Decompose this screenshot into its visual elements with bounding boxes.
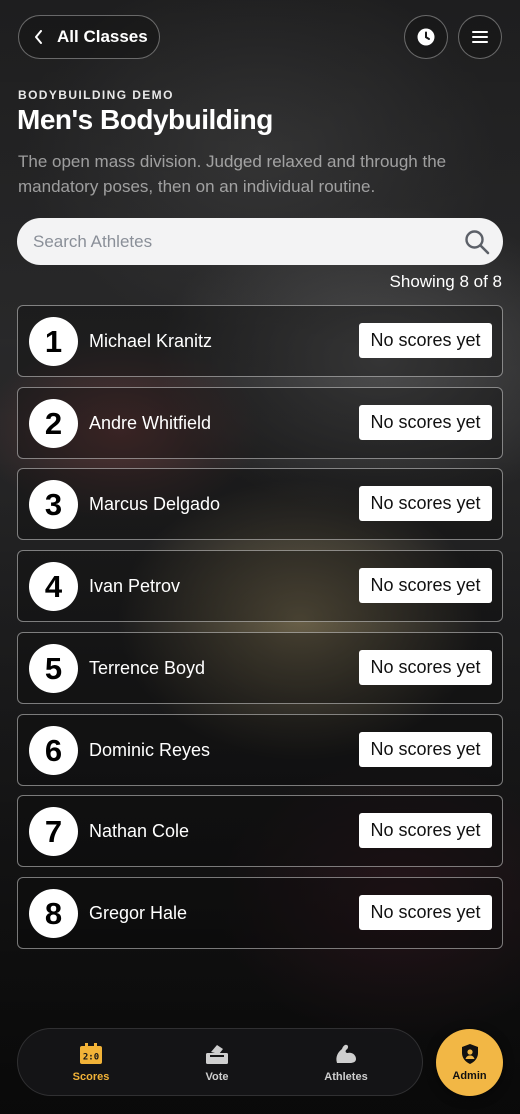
top-bar: All Classes <box>18 15 502 59</box>
nav-label-vote: Vote <box>205 1071 229 1083</box>
menu-button[interactable] <box>458 15 502 59</box>
score-status-badge: No scores yet <box>359 732 492 767</box>
rank-badge: 2 <box>29 399 78 448</box>
athlete-row[interactable]: 1 Michael Kranitz No scores yet <box>17 305 503 377</box>
score-status-badge: No scores yet <box>359 568 492 603</box>
score-status-badge: No scores yet <box>359 895 492 930</box>
ballot-box-icon <box>206 1045 228 1064</box>
bottom-nav: 2:0 Scores Vote Athletes <box>17 1028 423 1096</box>
rank-badge: 1 <box>29 317 78 366</box>
athlete-row[interactable]: 7 Nathan Cole No scores yet <box>17 795 503 867</box>
svg-text:2:0: 2:0 <box>83 1053 99 1063</box>
nav-tab-athletes[interactable]: Athletes <box>296 1029 396 1097</box>
nav-label-scores: Scores <box>72 1071 110 1083</box>
results-count: Showing 8 of 8 <box>389 272 502 291</box>
score-status-badge: No scores yet <box>359 405 492 440</box>
athlete-name: Terrence Boyd <box>89 658 206 678</box>
rank-badge: 7 <box>29 807 78 856</box>
athlete-name: Andre Whitfield <box>89 413 212 433</box>
rank-badge: 5 <box>29 644 78 693</box>
athlete-name: Gregor Hale <box>89 903 188 923</box>
hamburger-menu-icon <box>472 31 488 43</box>
event-eyebrow: BODYBUILDING DEMO <box>18 88 174 102</box>
athlete-name: Nathan Cole <box>89 821 190 841</box>
page-title: Men's Bodybuilding <box>17 104 273 135</box>
score-status-badge: No scores yet <box>359 813 492 848</box>
search-icon[interactable] <box>464 229 490 255</box>
score-status-badge: No scores yet <box>359 486 492 521</box>
athlete-row[interactable]: 8 Gregor Hale No scores yet <box>17 877 503 949</box>
rank-badge: 3 <box>29 480 78 529</box>
admin-label: Admin <box>452 1070 487 1082</box>
nav-tab-vote[interactable]: Vote <box>167 1029 267 1097</box>
back-button[interactable]: All Classes <box>18 15 160 59</box>
score-status-badge: No scores yet <box>359 323 492 358</box>
clock-icon <box>417 28 435 46</box>
admin-button[interactable]: Admin <box>436 1029 503 1096</box>
athlete-name: Dominic Reyes <box>89 740 211 760</box>
class-description: The open mass division. Judged relaxed a… <box>18 152 447 196</box>
rank-badge: 6 <box>29 726 78 775</box>
athlete-row[interactable]: 5 Terrence Boyd No scores yet <box>17 632 503 704</box>
athlete-row[interactable]: 4 Ivan Petrov No scores yet <box>17 550 503 622</box>
search-input[interactable] <box>33 218 453 265</box>
rank-badge: 8 <box>29 889 78 938</box>
athlete-name: Ivan Petrov <box>89 576 181 596</box>
scoreboard-icon: 2:0 <box>80 1043 102 1064</box>
athlete-name: Michael Kranitz <box>89 331 213 351</box>
search-bar <box>17 218 503 265</box>
score-status-badge: No scores yet <box>359 650 492 685</box>
chevron-left-icon <box>35 30 42 44</box>
shield-user-icon <box>461 1044 478 1064</box>
athlete-row[interactable]: 2 Andre Whitfield No scores yet <box>17 387 503 459</box>
nav-label-athletes: Athletes <box>324 1071 368 1083</box>
history-button[interactable] <box>404 15 448 59</box>
nav-tab-scores[interactable]: 2:0 Scores <box>41 1029 141 1097</box>
athlete-row[interactable]: 3 Marcus Delgado No scores yet <box>17 468 503 540</box>
back-button-label: All Classes <box>57 27 148 46</box>
flexed-arm-icon <box>336 1044 356 1063</box>
rank-badge: 4 <box>29 562 78 611</box>
athlete-name: Marcus Delgado <box>89 494 221 514</box>
athlete-row[interactable]: 6 Dominic Reyes No scores yet <box>17 714 503 786</box>
